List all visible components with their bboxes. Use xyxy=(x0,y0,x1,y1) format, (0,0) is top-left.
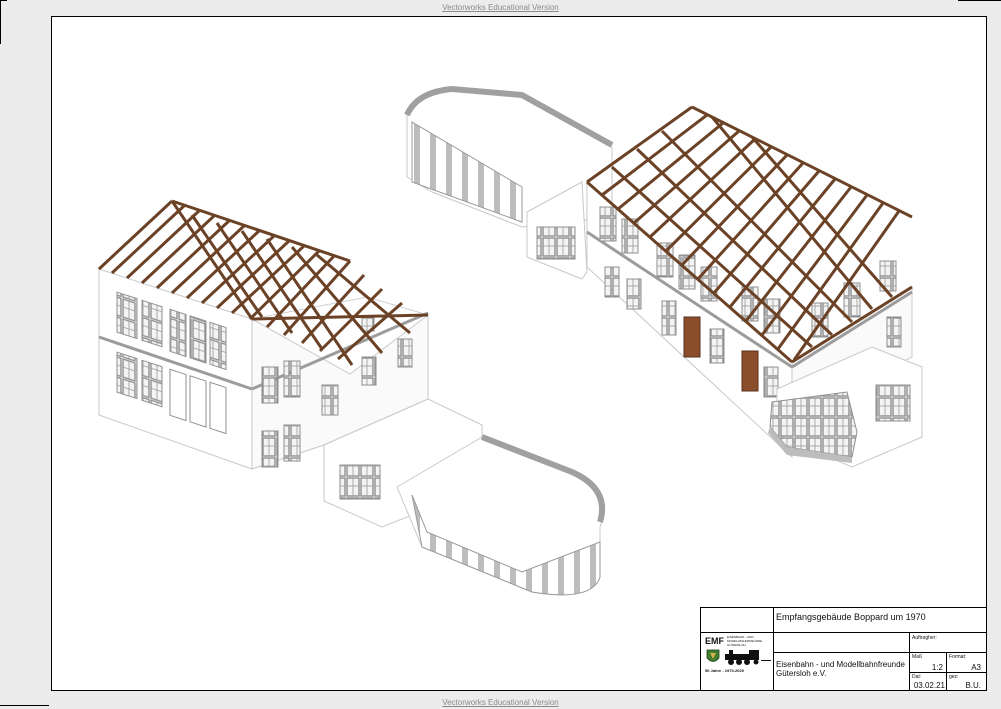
tb-divider-cells xyxy=(946,652,947,690)
format-label: Format: xyxy=(949,654,967,660)
edge-mark-top-left xyxy=(0,0,7,1)
watermark-bottom: Vectorworks Educational Version xyxy=(442,698,559,707)
auftraggeber-label: Auftragher: xyxy=(912,635,937,641)
club-name-line2: Gütersloh e.V. xyxy=(776,669,827,678)
right-annex-window xyxy=(875,384,911,422)
drawing-title: Empfangsgebäude Boppard um 1970 xyxy=(776,612,926,622)
scale-label: Maß xyxy=(912,654,922,660)
tb-divider-right xyxy=(909,632,910,690)
edge-mark-left xyxy=(0,0,1,44)
watermark-top: Vectorworks Educational Version xyxy=(442,3,559,12)
date-label: Dat: xyxy=(912,674,922,680)
tb-divider-logo xyxy=(773,608,774,690)
left-building xyxy=(97,199,606,596)
right-link-window xyxy=(536,226,576,260)
tb-divider-title xyxy=(701,632,986,633)
date-value: 03.02.21 xyxy=(913,681,945,690)
tb-divider-client xyxy=(773,652,986,653)
format-value: A3 xyxy=(971,663,981,672)
title-block: Empfangsgebäude Boppard um 1970 Auftragh… xyxy=(700,607,986,690)
locomotive-icon xyxy=(725,650,771,665)
right-door-2 xyxy=(741,350,759,392)
tb-divider-row xyxy=(909,672,986,673)
right-building xyxy=(404,85,923,468)
building-drawing xyxy=(97,85,923,596)
left-wing-window xyxy=(339,464,381,500)
drawn-value: B.U. xyxy=(965,681,981,690)
right-door-1 xyxy=(683,316,701,358)
drawn-label: gez: xyxy=(949,674,959,680)
edge-mark-top-right xyxy=(958,0,1001,1)
scale-value: 1:2 xyxy=(931,663,943,672)
logo-abbrev: EMF xyxy=(705,636,724,646)
logo-anniversary: 50 Jahre - 1970-2020 xyxy=(705,668,744,673)
club-logo: EMF EISENBAHN - UND MODELLBAHNFREUNDE GÜ… xyxy=(703,634,773,676)
crest-icon xyxy=(706,649,720,662)
drawing-sheet: Empfangsgebäude Boppard um 1970 Auftragh… xyxy=(51,16,987,691)
club-name-line1: Eisenbahn - und Modellbahnfreunde xyxy=(776,660,905,669)
logo-graphics xyxy=(706,649,771,665)
logo-line3: GÜTERSLOH xyxy=(727,643,746,647)
